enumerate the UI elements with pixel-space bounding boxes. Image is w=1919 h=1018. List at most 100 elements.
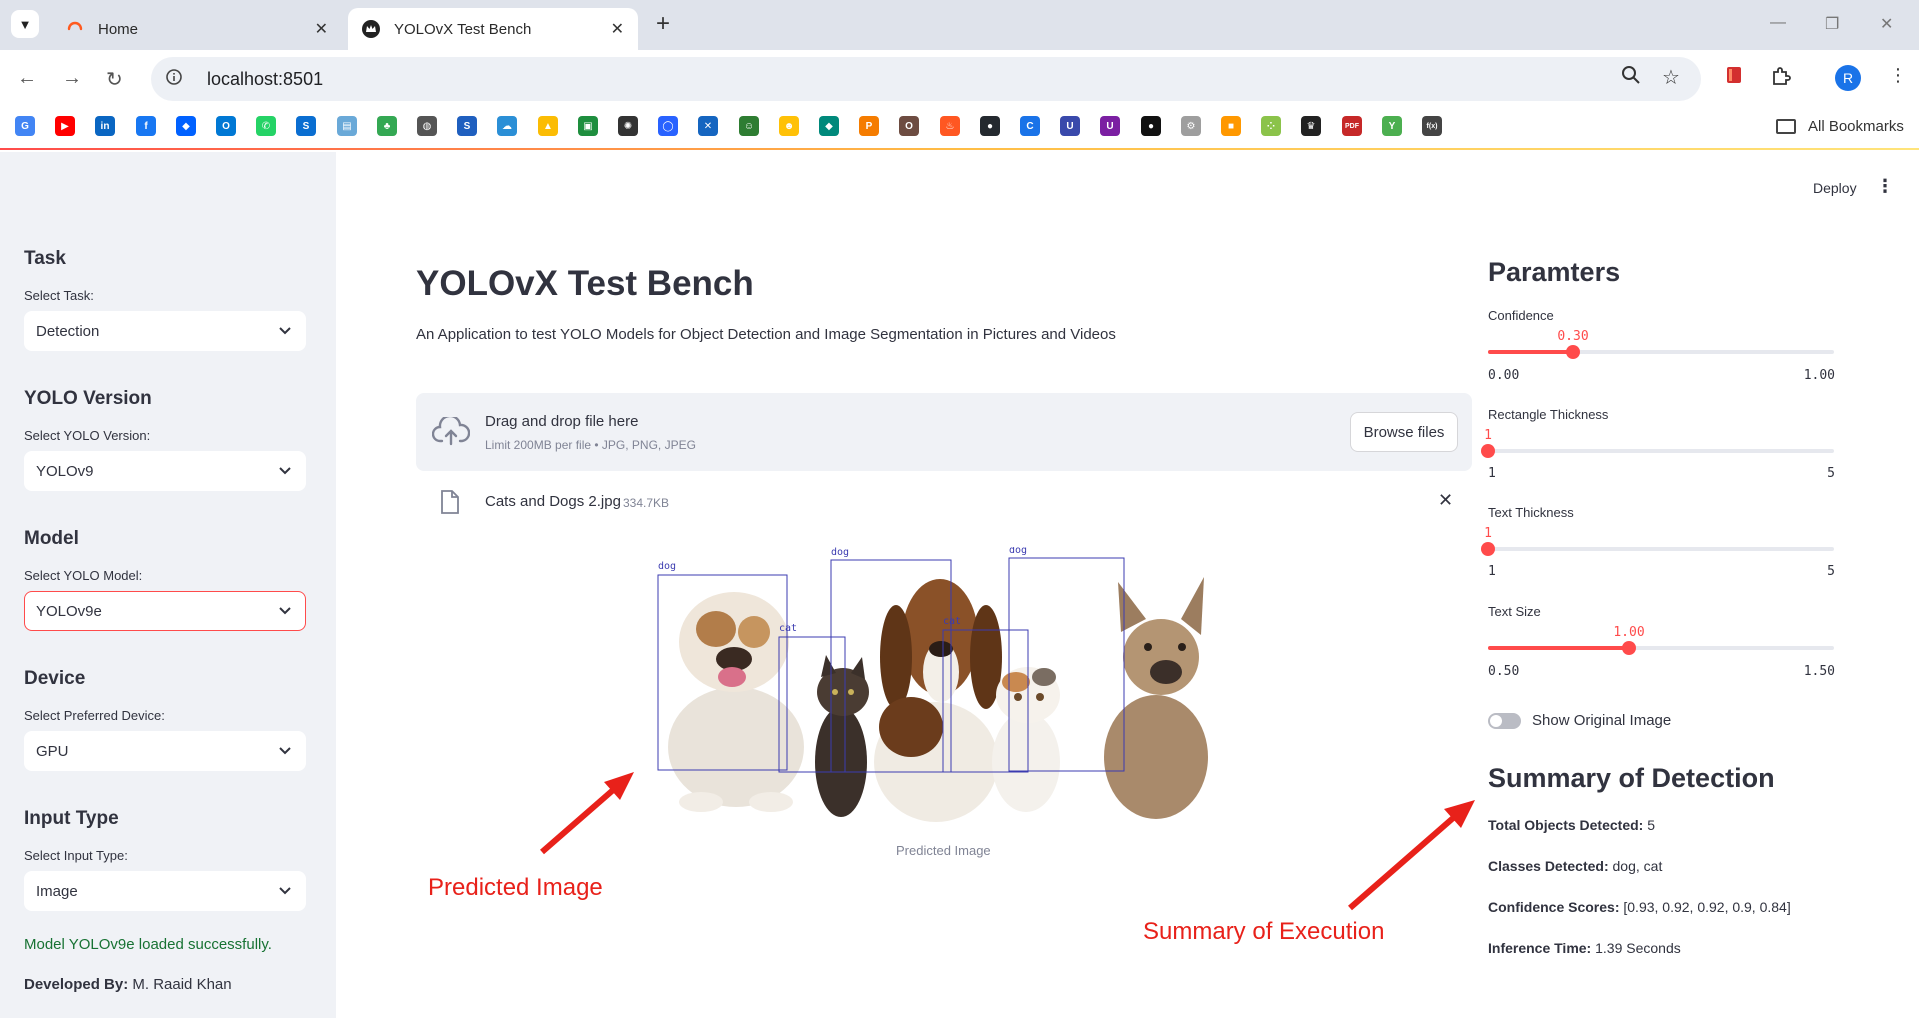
openai-icon[interactable]: ✺ — [618, 116, 638, 136]
udacity-icon[interactable]: U — [1060, 116, 1080, 136]
star-bookmark-icon[interactable]: ☆ — [1662, 65, 1680, 90]
huggingface-icon[interactable]: ☻ — [779, 116, 799, 136]
minimize-icon[interactable]: — — [1770, 14, 1786, 32]
file-name: Cats and Dogs 2.jpg — [485, 493, 621, 510]
slider-min: 0.50 — [1488, 664, 1520, 679]
drop-instructions: Drag and drop file here — [485, 413, 639, 430]
diamond-icon[interactable]: ◆ — [819, 116, 839, 136]
profile-avatar[interactable]: R — [1835, 65, 1861, 91]
page-subtitle: An Application to test YOLO Models for O… — [416, 326, 1116, 343]
show-original-toggle-row: Show Original Image — [1488, 712, 1671, 729]
slider-max: 1.00 — [1803, 368, 1835, 383]
shield-app-icon[interactable]: U — [1100, 116, 1120, 136]
leaf-icon[interactable]: ● — [1141, 116, 1161, 136]
google-drive-icon[interactable]: ▲ — [538, 116, 558, 136]
close-window-icon[interactable]: ✕ — [1880, 14, 1893, 34]
outlook-icon[interactable]: O — [216, 116, 236, 136]
tab-search-button[interactable]: ▼ — [11, 10, 39, 38]
yts-icon[interactable]: Y — [1382, 116, 1402, 136]
chart-icon[interactable]: ▤ — [337, 116, 357, 136]
restore-icon[interactable]: ❐ — [1825, 14, 1839, 34]
crown-icon[interactable]: ♛ — [1301, 116, 1321, 136]
tab-yolovx[interactable]: YOLOvX Test Bench ✕ — [348, 8, 638, 50]
github-icon[interactable]: ● — [980, 116, 1000, 136]
facebook-icon[interactable]: f — [136, 116, 156, 136]
google-icon[interactable]: G — [15, 116, 35, 136]
site-info-icon[interactable] — [165, 68, 189, 91]
address-bar[interactable]: localhost:8501 — [151, 57, 1701, 101]
reload-icon[interactable]: ↻ — [106, 67, 123, 92]
all-bookmarks-button[interactable]: All Bookmarks — [1776, 118, 1904, 135]
fx-icon[interactable]: f(x) — [1422, 116, 1442, 136]
file-uploader-dropzone[interactable]: Drag and drop file here Limit 200MB per … — [416, 393, 1472, 471]
slider-min: 1 — [1488, 466, 1496, 481]
device-heading: Device — [24, 668, 86, 689]
slider-max: 1.50 — [1803, 664, 1835, 679]
globe-icon[interactable]: ◍ — [417, 116, 437, 136]
new-tab-plus-icon[interactable]: + — [650, 12, 676, 38]
zoom-icon[interactable] — [1621, 65, 1641, 90]
tree-icon[interactable]: ♣ — [377, 116, 397, 136]
deploy-button[interactable]: Deploy — [1813, 180, 1857, 196]
slider-track[interactable] — [1481, 444, 1834, 458]
yolo-version-select[interactable]: YOLOv9 — [24, 451, 306, 491]
slider-max: 5 — [1827, 564, 1835, 579]
classes-detected-value: dog, cat — [1612, 858, 1663, 874]
page-title: YOLOvX Test Bench — [416, 264, 754, 303]
sap-icon[interactable]: S — [296, 116, 316, 136]
model-select[interactable]: YOLOv9e — [24, 591, 306, 631]
pdf-icon[interactable]: PDF — [1342, 116, 1362, 136]
file-size: 334.7KB — [623, 496, 670, 510]
pma-icon[interactable]: P — [859, 116, 879, 136]
classes-detected-label: Classes Detected: — [1488, 858, 1609, 874]
streamlit-loading-icon — [66, 20, 84, 38]
developed-by: Developed By: M. Raaid Khan — [24, 976, 232, 993]
dots-icon[interactable]: ⁘ — [1261, 116, 1281, 136]
yolo-version-label: Select YOLO Version: — [24, 428, 151, 443]
browse-files-button[interactable]: Browse files — [1350, 412, 1458, 452]
detection-label: dog — [658, 561, 676, 572]
task-heading: Task — [24, 248, 66, 269]
robot-icon[interactable]: ☺ — [739, 116, 759, 136]
slider-thumb[interactable] — [1622, 641, 1636, 655]
owl-icon[interactable]: O — [899, 116, 919, 136]
box-icon[interactable]: ■ — [1221, 116, 1241, 136]
remove-file-close-icon[interactable]: ✕ — [1438, 490, 1453, 511]
slider-track[interactable] — [1481, 542, 1834, 556]
forward-arrow-icon[interactable]: → — [62, 67, 82, 90]
slider-value: 1 — [1484, 428, 1492, 443]
puzzle-app-icon[interactable]: ✕ — [698, 116, 718, 136]
google-classroom-icon[interactable]: ▣ — [578, 116, 598, 136]
extensions-puzzle-icon[interactable] — [1770, 65, 1792, 92]
extension-book-icon[interactable] — [1724, 65, 1744, 90]
back-arrow-icon[interactable]: ← — [17, 67, 37, 90]
task-select-value: Detection — [36, 322, 100, 340]
whatsapp-icon[interactable]: ✆ — [256, 116, 276, 136]
url-text[interactable]: localhost:8501 — [207, 69, 323, 90]
cloud-icon[interactable]: ☁ — [497, 116, 517, 136]
slider-thumb[interactable] — [1481, 542, 1495, 556]
youtube-icon[interactable]: ▶ — [55, 116, 75, 136]
dropbox-icon[interactable]: ◆ — [176, 116, 196, 136]
flame-icon[interactable]: ♨ — [940, 116, 960, 136]
task-select[interactable]: Detection — [24, 311, 306, 351]
linkedin-icon[interactable]: in — [95, 116, 115, 136]
close-icon[interactable]: ✕ — [611, 19, 624, 39]
ring-icon[interactable]: ◯ — [658, 116, 678, 136]
gear-icon[interactable]: ⚙ — [1181, 116, 1201, 136]
slider-thumb[interactable] — [1481, 444, 1495, 458]
summary-heading: Summary of Detection — [1488, 763, 1775, 793]
close-icon[interactable]: ✕ — [315, 19, 328, 39]
slider-thumb[interactable] — [1566, 345, 1580, 359]
slider-track[interactable] — [1488, 641, 1834, 655]
input-type-select[interactable]: Image — [24, 871, 306, 911]
device-select[interactable]: GPU — [24, 731, 306, 771]
show-original-toggle[interactable] — [1488, 712, 1521, 729]
slider-track[interactable] — [1488, 345, 1834, 359]
menu-kebab-icon[interactable]: ⋮ — [1889, 65, 1907, 86]
c-icon[interactable]: C — [1020, 116, 1040, 136]
main-menu-kebab-icon[interactable]: ⋮ — [1876, 176, 1894, 197]
tab-home[interactable]: Home ✕ — [52, 8, 342, 50]
arrow-to-image — [540, 772, 634, 855]
swirl-icon[interactable]: S — [457, 116, 477, 136]
